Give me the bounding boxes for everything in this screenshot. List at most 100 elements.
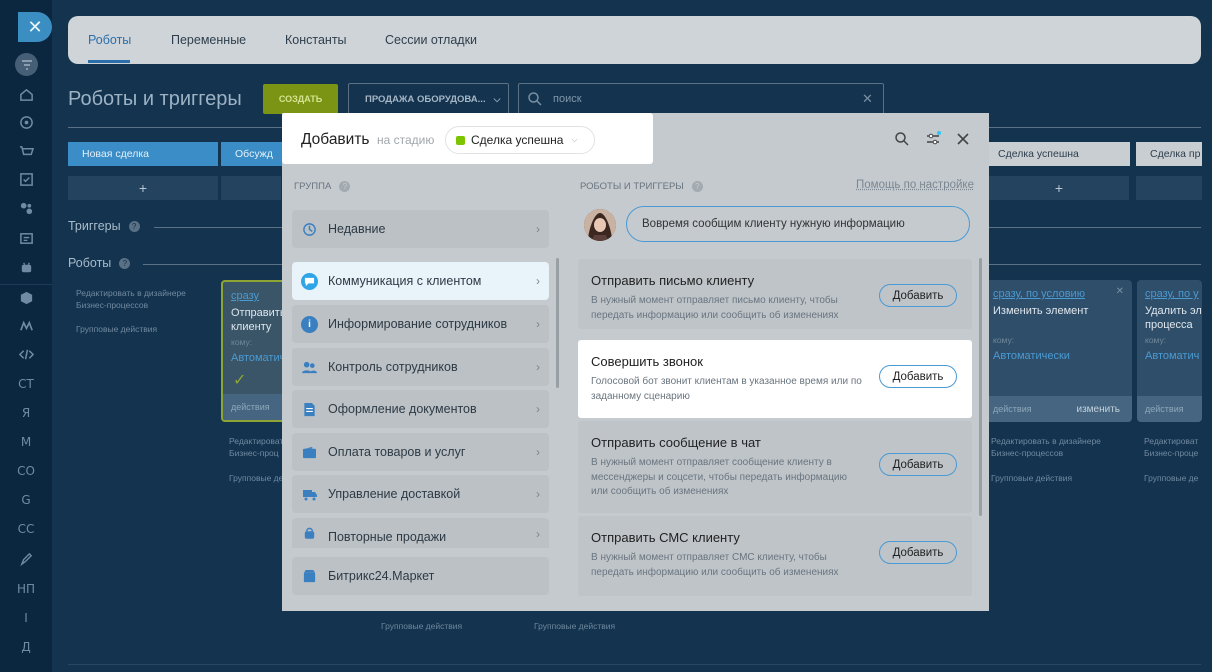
group-actions-link[interactable]: Групповые действия	[76, 323, 157, 335]
mail-icon[interactable]	[10, 314, 42, 338]
search-clear-icon[interactable]: ✕	[862, 91, 873, 107]
rail-label[interactable]: М	[10, 430, 42, 454]
filter-icon[interactable]	[15, 53, 38, 76]
card-footer[interactable]: действия	[1137, 396, 1202, 422]
rail-label[interactable]: СО	[10, 459, 42, 483]
group-item-payments[interactable]: Оплата товаров и услуг ›	[292, 433, 549, 471]
card-footer[interactable]: действия	[223, 394, 289, 420]
group-item-label: Коммуникация с клиентом	[328, 274, 482, 288]
wallet-icon	[301, 444, 318, 461]
close-icon[interactable]: ✕	[18, 12, 52, 42]
card-condition[interactable]: сразу	[231, 290, 259, 302]
robot-item-chat[interactable]: Отправить сообщение в чат В нужный момен…	[578, 421, 972, 513]
document-icon	[301, 401, 318, 418]
group-item-inform-staff[interactable]: i Информирование сотрудников ›	[292, 305, 549, 343]
designer-link[interactable]: Редактировать в дизайнере Бизнес-процесс…	[76, 287, 206, 311]
help-icon[interactable]: ?	[691, 181, 703, 192]
card-footer[interactable]: действия изменить	[985, 396, 1132, 422]
group-item-market[interactable]: Битрикс24.Маркет	[292, 557, 549, 595]
help-icon[interactable]: ?	[119, 258, 131, 270]
tab-constants[interactable]: Константы	[285, 33, 347, 47]
dialog-title: Добавить	[301, 131, 370, 148]
group-item-label: Недавние	[328, 222, 386, 236]
help-icon[interactable]: ?	[339, 181, 351, 192]
robot-card[interactable]: сразу, по условию ✕ Изменить элемент ком…	[985, 280, 1132, 422]
search-input[interactable]: поиск	[518, 83, 884, 115]
robot-icon[interactable]	[10, 255, 42, 279]
card-condition[interactable]: сразу, по у	[1145, 288, 1199, 300]
puzzle-icon[interactable]	[10, 196, 42, 220]
card-condition[interactable]: сразу, по условию	[993, 288, 1085, 300]
rail-label[interactable]: СС	[10, 517, 42, 541]
create-button[interactable]: СОЗДАТЬ	[263, 84, 338, 114]
pen-icon[interactable]	[10, 547, 42, 571]
robot-item-email[interactable]: Отправить письмо клиенту В нужный момент…	[578, 259, 972, 329]
check-icon: ✓	[233, 372, 247, 389]
pipeline-select[interactable]: ПРОДАЖА ОБОРУДОВА... ⌵	[348, 83, 509, 115]
id-card-icon[interactable]	[10, 226, 42, 250]
triggers-label: Триггеры	[68, 219, 121, 233]
group-scrollbar[interactable]	[556, 258, 559, 388]
card-footer-label: действия	[993, 404, 1032, 414]
group-actions-link[interactable]: Групповые действия	[534, 621, 615, 631]
designer-link[interactable]: Редактироват Бизнес-проц	[229, 435, 283, 459]
group-item-documents[interactable]: Оформление документов ›	[292, 390, 549, 428]
stage-discuss[interactable]: Обсужд	[221, 142, 291, 166]
robot-item-call[interactable]: Совершить звонок Голосовой бот звонит кл…	[578, 340, 972, 418]
card-to: кому:	[1145, 335, 1167, 345]
add-button[interactable]: Добавить	[879, 453, 957, 476]
stage-fail[interactable]: Сделка пр	[1136, 142, 1202, 166]
tab-variables[interactable]: Переменные	[171, 33, 246, 47]
add-robot-button[interactable]: +	[68, 176, 218, 200]
card-edit-link[interactable]: изменить	[1076, 404, 1120, 415]
designer-link[interactable]: Редактироват Бизнес-проце	[1144, 435, 1204, 459]
rail-label[interactable]: Я	[10, 401, 42, 425]
stage-select[interactable]: Сделка успешна ⌵	[445, 126, 595, 154]
home-icon[interactable]	[10, 82, 42, 106]
robot-item-sms[interactable]: Отправить СМС клиенту В нужный момент от…	[578, 516, 972, 596]
rail-label[interactable]: Д	[10, 635, 42, 659]
box-icon[interactable]	[10, 285, 42, 309]
add-robot-button[interactable]	[221, 176, 281, 200]
cart-icon[interactable]	[10, 139, 42, 163]
chevron-right-icon: ›	[536, 317, 540, 331]
rail-label[interactable]: I	[10, 606, 42, 630]
group-item-repeat-sales[interactable]: Повторные продажи ›	[292, 518, 549, 548]
group-item-communication[interactable]: Коммуникация с клиентом ›	[292, 262, 549, 300]
tab-debug-sessions[interactable]: Сессии отладки	[385, 33, 477, 47]
add-button[interactable]: Добавить	[879, 541, 957, 564]
robot-card[interactable]: сразу Отправить клиенту кому: Автоматич …	[221, 280, 291, 422]
tab-robots[interactable]: Роботы	[88, 33, 131, 47]
group-actions-link[interactable]: Групповые дей	[229, 472, 288, 484]
settings-sliders-icon[interactable]	[925, 131, 941, 147]
group-label-text: ГРУППА	[294, 181, 332, 193]
rail-label[interactable]: G	[10, 488, 42, 512]
stage-new[interactable]: Новая сделка	[68, 142, 218, 166]
group-item-recent[interactable]: Недавние ›	[292, 210, 549, 248]
card-close-icon[interactable]: ✕	[1116, 286, 1124, 297]
designer-link[interactable]: Редактировать в дизайнере Бизнес-процесс…	[991, 435, 1121, 459]
group-item-control-staff[interactable]: Контроль сотрудников ›	[292, 348, 549, 386]
add-button[interactable]: Добавить	[879, 284, 957, 307]
check-square-icon[interactable]	[10, 167, 42, 191]
history-icon	[301, 221, 318, 238]
group-actions-link[interactable]: Групповые действия	[381, 621, 462, 631]
group-actions-link[interactable]: Групповые де	[1144, 472, 1198, 484]
group-item-delivery[interactable]: Управление доставкой ›	[292, 475, 549, 513]
search-icon[interactable]	[894, 131, 910, 147]
stage-success[interactable]: Сделка успешна	[984, 142, 1130, 166]
rail-label[interactable]: СТ	[10, 372, 42, 396]
help-icon[interactable]: ?	[128, 221, 140, 233]
code-icon[interactable]	[10, 342, 42, 366]
close-icon[interactable]	[955, 131, 971, 147]
group-actions-link[interactable]: Групповые действия	[991, 472, 1072, 484]
robots-scrollbar[interactable]	[979, 258, 982, 516]
rail-label[interactable]: НП	[10, 577, 42, 601]
add-button[interactable]: Добавить	[879, 365, 957, 388]
add-robot-button[interactable]	[1136, 176, 1202, 200]
tip-bubble: Вовремя сообщим клиенту нужную информаци…	[626, 206, 970, 242]
help-link[interactable]: Помощь по настройке	[856, 179, 974, 191]
robot-card[interactable]: сразу, по у Удалить эл процесса кому: Ав…	[1137, 280, 1202, 422]
add-robot-button[interactable]: +	[989, 176, 1129, 200]
target-icon[interactable]	[10, 110, 42, 134]
